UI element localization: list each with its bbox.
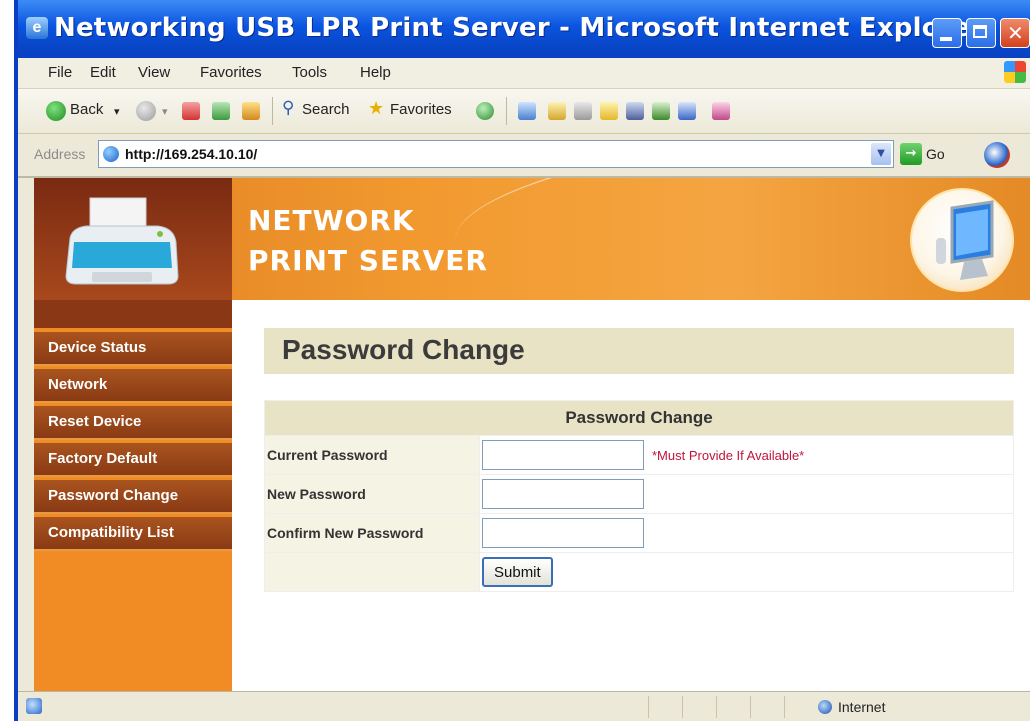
page-title: Password Change (282, 334, 525, 365)
page-icon (103, 146, 119, 162)
main-panel: Password Change Password Change Current … (232, 300, 1030, 691)
browser-window: e Networking USB LPR Print Server - Micr… (14, 0, 1030, 721)
windows-logo-icon (1004, 61, 1026, 83)
required-note: *Must Provide If Available* (652, 447, 805, 463)
media-icon[interactable] (476, 102, 494, 120)
menu-file[interactable]: File (48, 64, 72, 81)
menu-edit[interactable]: Edit (90, 64, 116, 81)
edit-icon[interactable] (600, 102, 618, 120)
page-status-icon (26, 698, 42, 714)
menu-tools[interactable]: Tools (292, 64, 327, 81)
banner: NETWORK PRINT SERVER (34, 178, 1030, 300)
submit-row-spacer (264, 552, 480, 592)
menu-favorites[interactable]: Favorites (200, 64, 262, 81)
messenger-icon[interactable] (652, 102, 670, 120)
address-label: Address (34, 146, 86, 162)
security-zone-label: Internet (838, 699, 886, 715)
page-heading-box: Password Change (264, 328, 1014, 374)
tools-extra-icon[interactable] (712, 102, 730, 120)
toolbar-separator (506, 97, 507, 125)
menu-bar: File Edit View Favorites Tools Help (18, 58, 1030, 89)
address-dropdown-icon[interactable]: ▼ (871, 143, 891, 165)
title-bar[interactable]: e Networking USB LPR Print Server - Micr… (18, 0, 1030, 58)
submit-button[interactable]: Submit (482, 557, 553, 587)
mail-icon[interactable] (548, 102, 566, 120)
standard-toolbar: Back ▾ ▾ ⚲ Search ★ Favorites (18, 89, 1030, 134)
sidebar-top-bar (34, 300, 232, 328)
history-icon[interactable] (518, 102, 536, 120)
back-button[interactable]: Back (70, 101, 103, 118)
close-button[interactable] (1000, 18, 1030, 48)
menu-view[interactable]: View (138, 64, 170, 81)
go-icon[interactable]: → (900, 143, 922, 165)
refresh-icon[interactable] (212, 102, 230, 120)
form-header: Password Change (264, 400, 1014, 436)
banner-title-line2: PRINT SERVER (248, 244, 488, 277)
sidebar: Device Status Network Reset Device Facto… (34, 300, 232, 691)
password-form: Password Change Current Password *Must P… (264, 400, 1014, 592)
printer-icon (65, 197, 179, 285)
page-content: NETWORK PRINT SERVER Device Status Netwo… (34, 178, 1030, 691)
ie-icon: e (26, 17, 48, 39)
address-bar: Address http://169.254.10.10/ ▼ → Go (18, 134, 1030, 178)
sidebar-item-network[interactable]: Network (34, 369, 232, 403)
maximize-button[interactable] (966, 18, 996, 48)
favorites-button[interactable]: Favorites (390, 101, 452, 118)
current-password-input[interactable] (482, 440, 644, 470)
new-password-label: New Password (264, 474, 480, 514)
window-title: Networking USB LPR Print Server - Micros… (54, 13, 984, 43)
search-icon[interactable]: ⚲ (282, 98, 294, 118)
back-icon[interactable] (46, 101, 66, 121)
monitor-icon (910, 188, 1014, 292)
print-icon[interactable] (574, 102, 592, 120)
confirm-password-input[interactable] (482, 518, 644, 548)
forward-dropdown-icon[interactable]: ▾ (162, 105, 168, 118)
internet-zone-icon (818, 700, 832, 714)
minimize-button[interactable] (932, 18, 962, 48)
banner-title-line1: NETWORK (248, 204, 415, 237)
confirm-password-label: Confirm New Password (264, 513, 480, 553)
status-bar: Internet (18, 691, 1030, 721)
sidebar-item-factory-default[interactable]: Factory Default (34, 443, 232, 477)
current-password-label: Current Password (264, 435, 480, 475)
search-button[interactable]: Search (302, 101, 350, 118)
back-dropdown-icon[interactable]: ▾ (114, 105, 120, 118)
research-icon[interactable] (678, 102, 696, 120)
home-icon[interactable] (242, 102, 260, 120)
sidebar-item-reset-device[interactable]: Reset Device (34, 406, 232, 440)
address-field[interactable]: http://169.254.10.10/ ▼ (98, 140, 894, 168)
new-password-input[interactable] (482, 479, 644, 509)
forward-icon[interactable] (136, 101, 156, 121)
go-button[interactable]: Go (926, 146, 945, 162)
stop-icon[interactable] (182, 102, 200, 120)
discuss-icon[interactable] (626, 102, 644, 120)
favorites-icon[interactable]: ★ (368, 98, 384, 119)
sidebar-item-compatibility-list[interactable]: Compatibility List (34, 517, 232, 551)
links-icon[interactable] (984, 142, 1010, 168)
toolbar-separator (272, 97, 273, 125)
menu-help[interactable]: Help (360, 64, 391, 81)
address-url[interactable]: http://169.254.10.10/ (125, 146, 257, 162)
sidebar-item-device-status[interactable]: Device Status (34, 332, 232, 366)
sidebar-item-password-change[interactable]: Password Change (34, 480, 232, 514)
